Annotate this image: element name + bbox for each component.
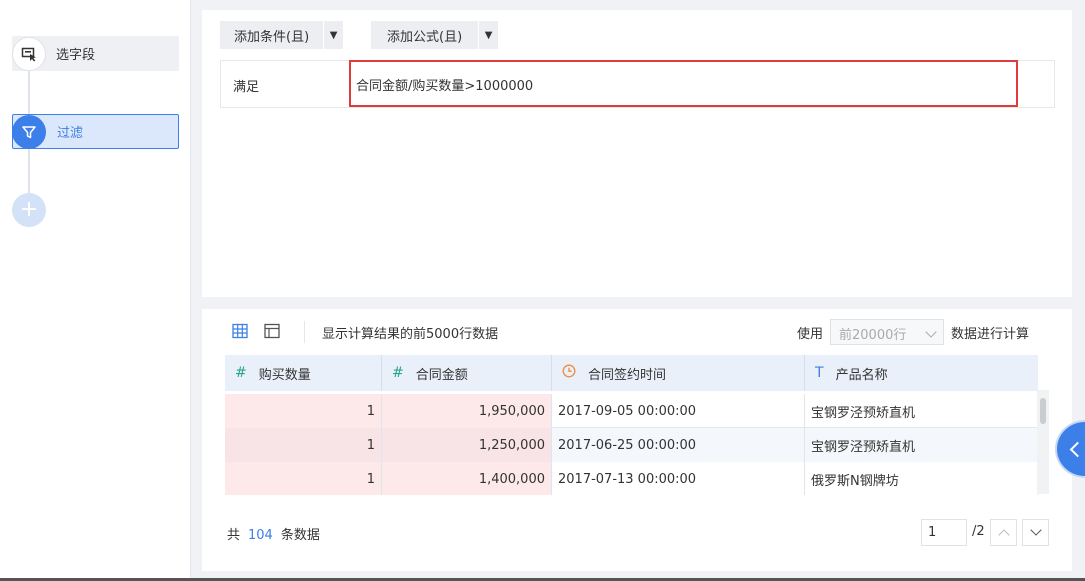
step-filter[interactable]: 过滤 — [12, 114, 179, 149]
table-cell: 俄罗斯N钢牌坊 — [805, 462, 1038, 495]
table-cell: 2017-09-05 00:00:00 — [552, 394, 805, 428]
table-body: 1 1,950,000 2017-09-05 00:00:00 宝钢罗泾预矫直机… — [225, 394, 1038, 495]
preview-panel: 显示计算结果的前5000行数据 使用 前20000行 数据进行计算 # 购买数量… — [202, 309, 1072, 571]
table-header: # 购买数量 # 合同金额 合同签约时间 T 产品名称 — [225, 355, 1038, 391]
table-cell: 1,950,000 — [382, 394, 552, 428]
toolbar-divider — [304, 321, 305, 343]
total-prefix: 共 — [227, 528, 241, 543]
column-label: 合同签约时间 — [588, 367, 667, 383]
table-cell: 1,250,000 — [382, 428, 552, 462]
condition-label: 满足 — [233, 80, 260, 95]
table-cell: 宝钢罗泾预矫直机 — [805, 394, 1038, 428]
scrollbar-thumb[interactable] — [1040, 398, 1046, 424]
caret-down-icon[interactable]: ▼ — [323, 21, 343, 49]
table-cell: 2017-06-25 00:00:00 — [552, 428, 805, 462]
table-row: 1 1,950,000 2017-09-05 00:00:00 宝钢罗泾预矫直机 — [225, 394, 1038, 428]
add-formula-button[interactable]: 添加公式(且) — [371, 26, 478, 45]
add-condition-button[interactable]: 添加条件(且) — [220, 26, 323, 45]
next-page-button[interactable] — [1022, 519, 1049, 546]
table-row: 1 1,400,000 2017-07-13 00:00:00 俄罗斯N钢牌坊 — [225, 462, 1038, 495]
add-condition-dropdown[interactable]: 添加条件(且) ▼ — [220, 21, 344, 49]
filter-panel: 添加条件(且) ▼ 添加公式(且) ▼ 满足 合同金额/购买数量>1000000 — [202, 10, 1072, 297]
prev-page-button[interactable] — [990, 519, 1017, 546]
use-suffix-label: 数据进行计算 — [951, 327, 1030, 342]
table-grid-icon[interactable] — [232, 323, 248, 339]
add-formula-dropdown[interactable]: 添加公式(且) ▼ — [371, 21, 499, 49]
column-header-sign-time[interactable]: 合同签约时间 — [552, 355, 805, 391]
column-header-amount[interactable]: # 合同金额 — [382, 355, 552, 391]
vertical-scrollbar[interactable] — [1037, 390, 1049, 494]
total-suffix: 条数据 — [280, 528, 320, 543]
column-header-quantity[interactable]: # 购买数量 — [225, 355, 382, 391]
table-row: 1 1,250,000 2017-06-25 00:00:00 宝钢罗泾预矫直机 — [225, 428, 1038, 462]
layout-panel-icon[interactable] — [264, 323, 280, 339]
preview-info-text: 显示计算结果的前5000行数据 — [322, 327, 499, 342]
preview-table: # 购买数量 # 合同金额 合同签约时间 T 产品名称 1 1,950,000 … — [225, 355, 1050, 495]
filter-icon — [12, 114, 46, 149]
table-cell: 1 — [225, 428, 382, 462]
formula-input[interactable]: 合同金额/购买数量>1000000 — [349, 60, 1018, 107]
text-type-icon: T — [815, 365, 824, 381]
page-current: 1 — [928, 525, 937, 540]
add-step-button[interactable]: + — [12, 193, 46, 227]
table-cell: 1 — [225, 462, 382, 495]
column-label: 合同金额 — [415, 367, 468, 383]
table-cell: 1,400,000 — [382, 462, 552, 495]
chevron-down-icon — [1030, 524, 1042, 536]
column-label: 购买数量 — [258, 367, 311, 383]
row-limit-select[interactable]: 前20000行 — [830, 319, 944, 345]
clock-icon — [562, 364, 576, 382]
page-total: /2 — [972, 524, 985, 539]
column-label: 产品名称 — [835, 367, 888, 383]
table-cell: 1 — [225, 394, 382, 428]
caret-down-icon[interactable]: ▼ — [478, 21, 498, 49]
use-label: 使用 — [797, 327, 824, 342]
formula-text: 合同金额/购买数量>1000000 — [356, 79, 534, 94]
plus-icon: + — [19, 197, 39, 222]
page-number-input[interactable]: 1 — [921, 519, 967, 546]
chevron-left-icon — [1069, 441, 1085, 458]
steps-sidebar: 选字段 过滤 + — [0, 0, 191, 581]
column-header-product-name[interactable]: T 产品名称 — [805, 355, 1038, 391]
total-count: 共 104 条数据 — [227, 524, 320, 543]
chevron-down-icon — [925, 326, 937, 338]
condition-row: 满足 合同金额/购买数量>1000000 — [220, 60, 1055, 108]
row-limit-value: 前20000行 — [839, 328, 907, 343]
step-select-field[interactable]: 选字段 — [12, 36, 179, 71]
number-type-icon: # — [392, 365, 404, 381]
step-select-field-label: 选字段 — [56, 48, 96, 63]
number-type-icon: # — [235, 365, 247, 381]
table-cell: 宝钢罗泾预矫直机 — [805, 428, 1038, 462]
select-field-icon — [12, 36, 46, 71]
total-count-value: 104 — [248, 528, 273, 543]
chevron-up-icon — [998, 529, 1010, 541]
step-filter-label: 过滤 — [57, 126, 84, 141]
table-cell: 2017-07-13 00:00:00 — [552, 462, 805, 495]
